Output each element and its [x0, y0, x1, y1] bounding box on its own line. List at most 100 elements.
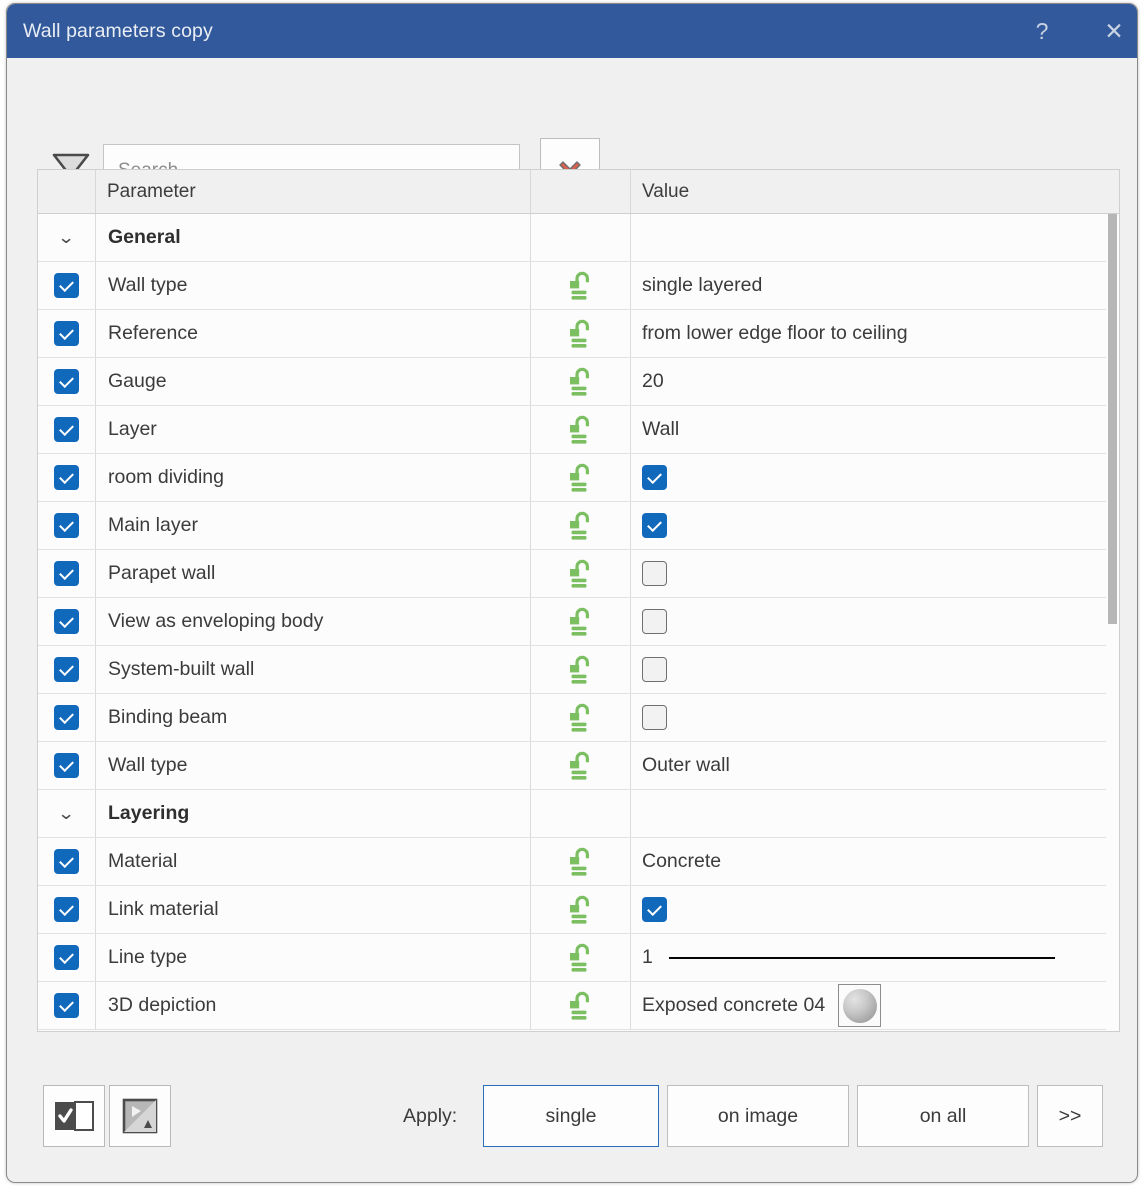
- row-lock-toggle[interactable]: [531, 982, 631, 1029]
- table-row[interactable]: Gauge20: [38, 358, 1120, 406]
- parameter-value[interactable]: Outer wall: [631, 742, 1101, 789]
- parameter-value[interactable]: [631, 502, 1101, 549]
- column-header-parameter[interactable]: Parameter: [96, 170, 531, 213]
- row-lock-toggle[interactable]: [531, 454, 631, 501]
- parameter-value[interactable]: Exposed concrete 04: [631, 982, 1101, 1029]
- unlocked-icon: [566, 366, 596, 398]
- row-select-checkbox[interactable]: [38, 550, 96, 597]
- material-preview-button[interactable]: [838, 984, 881, 1027]
- row-lock-toggle[interactable]: [531, 694, 631, 741]
- table-row[interactable]: Reference from lower edge floor to ceilin…: [38, 310, 1120, 358]
- checkbox-checked-icon: [54, 657, 79, 682]
- row-select-checkbox[interactable]: [38, 598, 96, 645]
- row-lock-toggle[interactable]: [531, 934, 631, 981]
- row-select-checkbox[interactable]: [38, 358, 96, 405]
- row-lock-toggle[interactable]: [531, 310, 631, 357]
- column-header-lock[interactable]: [531, 170, 631, 213]
- value-checkbox-checked[interactable]: [642, 513, 667, 538]
- parameter-name: Main layer: [96, 502, 531, 549]
- row-lock-toggle[interactable]: [531, 502, 631, 549]
- value-checkbox-checked[interactable]: [642, 465, 667, 490]
- row-select-checkbox[interactable]: [38, 886, 96, 933]
- unlocked-icon: [566, 462, 596, 494]
- row-lock-toggle[interactable]: [531, 406, 631, 453]
- column-header-value[interactable]: Value: [631, 170, 1120, 213]
- row-select-checkbox[interactable]: [38, 406, 96, 453]
- group-expand-toggle[interactable]: ⌄: [38, 214, 96, 261]
- table-row[interactable]: Binding beam: [38, 694, 1120, 742]
- table-row[interactable]: Parapet wall: [38, 550, 1120, 598]
- row-lock-toggle[interactable]: [531, 358, 631, 405]
- parameter-value[interactable]: [631, 646, 1101, 693]
- parameter-value[interactable]: 20: [631, 358, 1101, 405]
- table-row[interactable]: View as enveloping body: [38, 598, 1120, 646]
- toggle-contrast-button[interactable]: [109, 1085, 171, 1147]
- value-checkbox-unchecked[interactable]: [642, 705, 667, 730]
- table-row[interactable]: room dividing: [38, 454, 1120, 502]
- row-select-checkbox[interactable]: [38, 310, 96, 357]
- parameter-value[interactable]: [631, 598, 1101, 645]
- parameter-value[interactable]: single layered: [631, 262, 1101, 309]
- parameter-value[interactable]: [631, 886, 1101, 933]
- table-group-row[interactable]: ⌄General: [38, 214, 1120, 262]
- row-lock-toggle[interactable]: [531, 742, 631, 789]
- close-button[interactable]: ✕: [1091, 10, 1137, 52]
- table-row[interactable]: LayerWall: [38, 406, 1120, 454]
- table-row[interactable]: Line type1: [38, 934, 1120, 982]
- invert-selection-button[interactable]: [43, 1085, 105, 1147]
- unlocked-icon: [566, 846, 596, 878]
- row-select-checkbox[interactable]: [38, 646, 96, 693]
- parameter-name: Reference: [96, 310, 531, 357]
- table-row[interactable]: MaterialConcrete: [38, 838, 1120, 886]
- row-select-checkbox[interactable]: [38, 838, 96, 885]
- table-row[interactable]: 3D depictionExposed concrete 04: [38, 982, 1120, 1030]
- row-select-checkbox[interactable]: [38, 502, 96, 549]
- table-row[interactable]: Wall typeOuter wall: [38, 742, 1120, 790]
- parameter-name: View as enveloping body: [96, 598, 531, 645]
- table-vertical-scrollbar[interactable]: [1106, 214, 1119, 1032]
- value-checkbox-unchecked[interactable]: [642, 561, 667, 586]
- table-row[interactable]: Link material: [38, 886, 1120, 934]
- title-bar: Wall parameters copy ? ✕: [7, 4, 1138, 58]
- parameter-value[interactable]: [631, 454, 1101, 501]
- row-select-checkbox[interactable]: [38, 454, 96, 501]
- table-row[interactable]: System-built wall: [38, 646, 1120, 694]
- value-text: 20: [642, 370, 664, 393]
- column-header-check[interactable]: [38, 170, 96, 213]
- parameter-value[interactable]: [631, 694, 1101, 741]
- value-checkbox-unchecked[interactable]: [642, 657, 667, 682]
- row-lock-toggle[interactable]: [531, 262, 631, 309]
- unlocked-icon: [566, 318, 596, 350]
- row-select-checkbox[interactable]: [38, 694, 96, 741]
- row-select-checkbox[interactable]: [38, 982, 96, 1029]
- row-lock-toggle[interactable]: [531, 646, 631, 693]
- table-body: ⌄GeneralWall typesingle layeredReference…: [38, 214, 1120, 1032]
- row-lock-toggle[interactable]: [531, 838, 631, 885]
- row-select-checkbox[interactable]: [38, 262, 96, 309]
- parameter-value[interactable]: 1: [631, 934, 1101, 981]
- more-options-button[interactable]: >>: [1037, 1085, 1103, 1147]
- row-lock-toggle[interactable]: [531, 886, 631, 933]
- apply-on-image-button[interactable]: on image: [667, 1085, 849, 1147]
- help-button[interactable]: ?: [1019, 10, 1065, 52]
- table-row[interactable]: Wall typesingle layered: [38, 262, 1120, 310]
- scrollbar-thumb[interactable]: [1108, 214, 1117, 624]
- table-row[interactable]: Main layer: [38, 502, 1120, 550]
- parameter-value[interactable]: Concrete: [631, 838, 1101, 885]
- checkbox-checked-icon: [54, 321, 79, 346]
- row-select-checkbox[interactable]: [38, 934, 96, 981]
- parameter-value[interactable]: Wall: [631, 406, 1101, 453]
- apply-on-all-button[interactable]: on all: [857, 1085, 1029, 1147]
- value-checkbox-unchecked[interactable]: [642, 609, 667, 634]
- parameter-table: Parameter Value ⌄GeneralWall typesingle …: [37, 169, 1120, 1032]
- table-group-row[interactable]: ⌄Layering: [38, 790, 1120, 838]
- row-lock-toggle[interactable]: [531, 598, 631, 645]
- chevron-down-icon: ⌄: [58, 804, 76, 824]
- parameter-value[interactable]: from lower edge floor to ceiling: [631, 310, 1101, 357]
- parameter-value[interactable]: [631, 550, 1101, 597]
- row-lock-toggle[interactable]: [531, 550, 631, 597]
- row-select-checkbox[interactable]: [38, 742, 96, 789]
- apply-single-button[interactable]: single: [483, 1085, 659, 1147]
- value-checkbox-checked[interactable]: [642, 897, 667, 922]
- group-expand-toggle[interactable]: ⌄: [38, 790, 96, 837]
